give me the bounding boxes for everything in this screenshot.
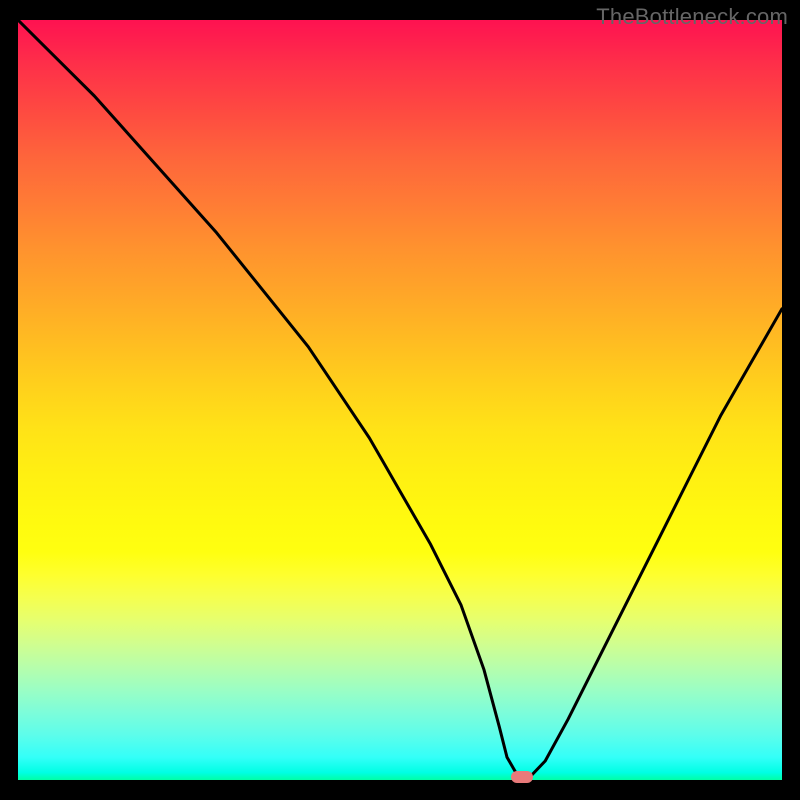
optimal-point-marker <box>511 771 533 783</box>
plot-area <box>18 20 782 780</box>
watermark-text: TheBottleneck.com <box>596 4 788 30</box>
chart-container: TheBottleneck.com <box>0 0 800 800</box>
curve-path <box>18 20 782 777</box>
bottleneck-curve <box>18 20 782 780</box>
